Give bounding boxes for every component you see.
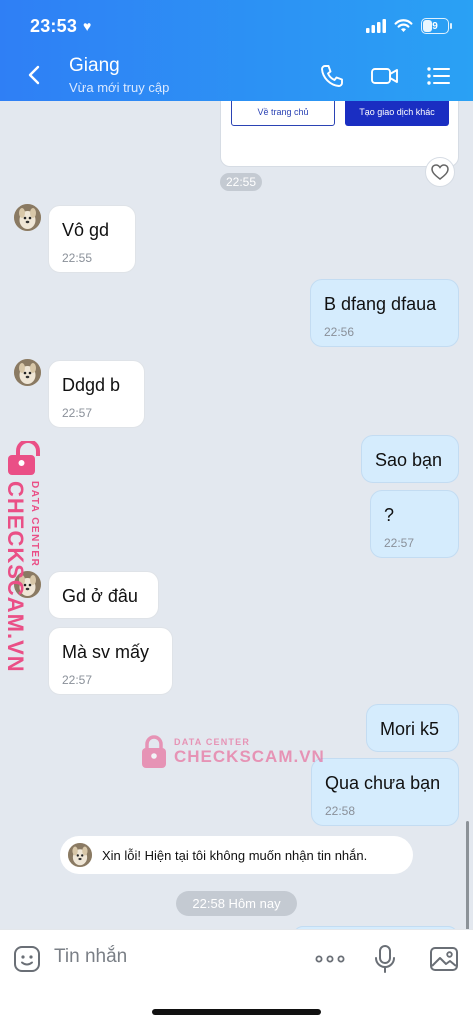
status-right: 9 bbox=[366, 18, 452, 34]
heart-icon bbox=[431, 164, 449, 180]
back-chevron-icon[interactable] bbox=[22, 62, 48, 88]
message-time: 22:55 bbox=[62, 251, 93, 265]
lock-watermark-icon bbox=[8, 441, 40, 475]
menu-list-icon[interactable] bbox=[424, 62, 452, 90]
message-text: B dfang dfaua bbox=[324, 294, 437, 314]
heart-reaction-button[interactable] bbox=[425, 157, 455, 187]
watermark-tagline-vertical: DATA CENTER bbox=[29, 481, 40, 568]
transaction-card: Về trang chủ Tạo giao dịch khác bbox=[220, 101, 459, 167]
home-button[interactable]: Về trang chủ bbox=[231, 101, 335, 126]
chat-header: 23:53 ♥ 9 Giang Vừa mới truy cập bbox=[0, 0, 473, 101]
message-text: ? bbox=[384, 505, 395, 525]
avatar[interactable] bbox=[14, 204, 41, 231]
heart-status-icon: ♥ bbox=[83, 18, 92, 34]
signal-icon bbox=[366, 19, 386, 33]
message-text: Mà sv mấy bbox=[62, 642, 150, 662]
message-bubble-out[interactable]: Qua chưa bạn 22:58 bbox=[311, 758, 459, 826]
battery-level: 9 bbox=[432, 20, 438, 32]
microphone-icon[interactable] bbox=[370, 944, 400, 974]
date-separator: 22:58 Hôm nay bbox=[176, 891, 297, 916]
message-composer: Tin nhắn bbox=[0, 929, 473, 1024]
watermark-center-text: DATA CENTER CHECKSCAM.VN bbox=[174, 737, 325, 767]
dog-avatar-icon bbox=[68, 843, 92, 867]
image-icon[interactable] bbox=[429, 944, 459, 974]
message-text: Gd ở đâu bbox=[62, 586, 138, 606]
status-bar: 23:53 ♥ 9 bbox=[30, 14, 452, 38]
message-bubble-in[interactable]: Vô gd 22:55 bbox=[48, 205, 136, 273]
watermark-center: DATA CENTER CHECKSCAM.VN bbox=[140, 735, 325, 769]
home-indicator[interactable] bbox=[152, 1009, 321, 1015]
message-bubble-in[interactable]: Gd ở đâu bbox=[48, 571, 159, 619]
battery-icon: 9 bbox=[421, 18, 452, 34]
status-time: 23:53 bbox=[30, 15, 78, 36]
message-text: Mori k5 bbox=[380, 719, 440, 739]
more-icon[interactable] bbox=[313, 944, 347, 974]
message-bubble-out[interactable]: Mori k5 bbox=[366, 704, 459, 752]
message-bubble-out[interactable]: ? 22:57 bbox=[370, 490, 459, 558]
watermark-brand-vertical: CHECKSCAM.VN bbox=[3, 481, 28, 673]
message-time: 22:57 bbox=[62, 406, 93, 420]
watermark-tagline: DATA CENTER bbox=[174, 737, 251, 747]
wifi-icon bbox=[394, 19, 413, 32]
lock-watermark-icon bbox=[142, 735, 166, 768]
message-text: Sao bạn bbox=[375, 450, 443, 470]
message-time: 22:56 bbox=[324, 325, 355, 339]
message-bubble-in[interactable]: Ddgd b 22:57 bbox=[48, 360, 145, 428]
message-text: Vô gd bbox=[62, 220, 110, 240]
phone-icon[interactable] bbox=[318, 62, 346, 90]
message-time: 22:58 bbox=[325, 804, 356, 818]
message-bubble-in[interactable]: Mà sv mấy 22:57 bbox=[48, 627, 173, 695]
message-time: 22:57 bbox=[62, 673, 93, 687]
message-bubble-out[interactable]: B dfang dfaua 22:56 bbox=[310, 279, 459, 347]
contact-name[interactable]: Giang bbox=[69, 55, 120, 77]
watermark-brand: CHECKSCAM.VN bbox=[174, 747, 325, 766]
scrollbar[interactable] bbox=[466, 821, 469, 929]
new-transaction-button[interactable]: Tạo giao dịch khác bbox=[345, 101, 449, 126]
contact-status: Vừa mới truy cập bbox=[69, 80, 170, 95]
dog-avatar-icon bbox=[14, 204, 41, 231]
message-time: 22:57 bbox=[384, 536, 415, 550]
time-pill: 22:55 bbox=[220, 173, 262, 191]
avatar bbox=[68, 843, 92, 867]
system-message: Xin lỗi! Hiện tại tôi không muốn nhận ti… bbox=[60, 836, 413, 874]
video-call-icon[interactable] bbox=[370, 62, 400, 90]
message-input[interactable]: Tin nhắn bbox=[54, 946, 127, 968]
message-bubble-out[interactable]: Sao bạn bbox=[361, 435, 459, 483]
message-text: Ddgd b bbox=[62, 375, 121, 395]
dog-avatar-icon bbox=[14, 359, 41, 386]
sticker-icon[interactable] bbox=[12, 944, 42, 974]
chat-area[interactable]: Về trang chủ Tạo giao dịch khác 22:55 Vô… bbox=[0, 101, 473, 929]
system-message-text: Xin lỗi! Hiện tại tôi không muốn nhận ti… bbox=[102, 847, 368, 863]
avatar[interactable] bbox=[14, 359, 41, 386]
message-text: Qua chưa bạn bbox=[325, 773, 441, 793]
